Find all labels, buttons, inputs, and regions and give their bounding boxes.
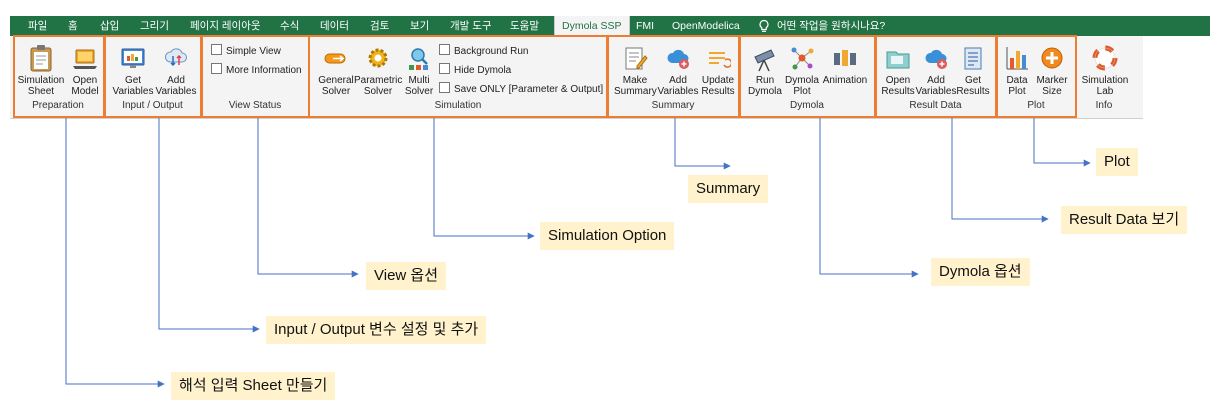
arrow-sheet	[65, 118, 165, 388]
callout-view-option: View 옵션	[366, 262, 447, 290]
arrow-simulation	[433, 118, 535, 240]
callout-dymola-option: Dymola 옵션	[931, 258, 1030, 286]
callout-result-data: Result Data 보기	[1061, 206, 1188, 234]
callout-summary: Summary	[688, 175, 769, 203]
callout-simulation-option: Simulation Option	[540, 222, 675, 250]
callout-plot: Plot	[1096, 148, 1138, 176]
callout-sheet: 해석 입력 Sheet 만들기	[171, 372, 336, 400]
callout-input-output: Input / Output 변수 설정 및 추가	[266, 316, 487, 344]
arrow-summary	[674, 118, 731, 170]
arrow-plot	[1033, 118, 1091, 167]
annotation-arrows	[65, 118, 1091, 388]
arrow-io	[158, 118, 260, 333]
arrow-dymola	[819, 118, 919, 278]
arrow-view	[257, 118, 359, 278]
